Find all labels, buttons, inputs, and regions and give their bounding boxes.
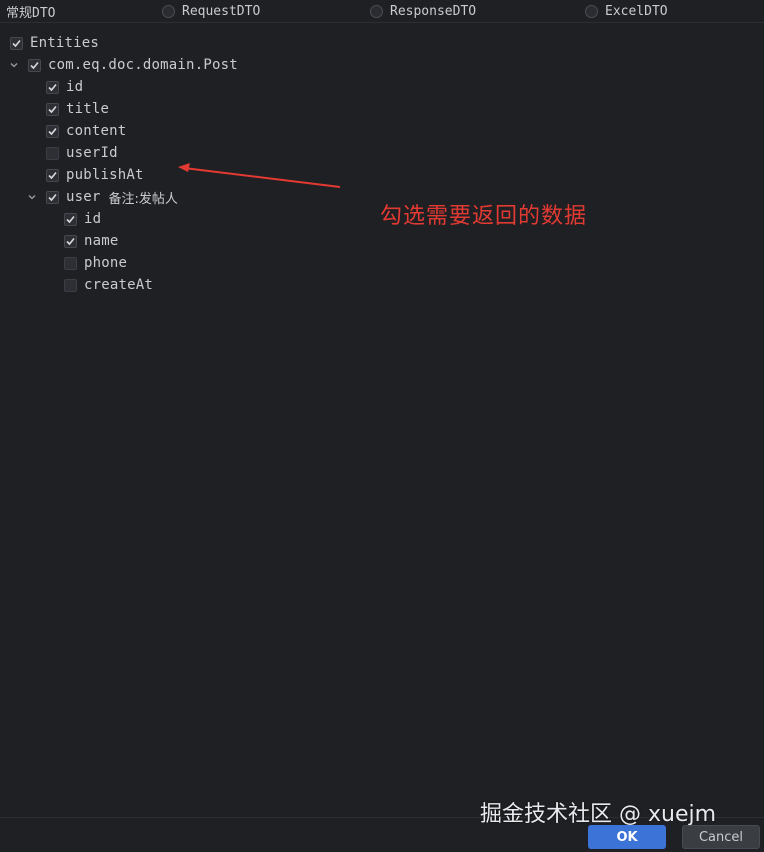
check-icon (48, 193, 57, 201)
radio-excel-dto[interactable]: ExcelDTO (585, 1, 668, 21)
checkbox-entity-post[interactable] (28, 58, 41, 72)
radio-normal-dto-label: 常规DTO (6, 5, 56, 21)
check-icon (48, 105, 57, 113)
tree-label: id (84, 211, 102, 227)
checkbox-relation-user[interactable] (46, 190, 59, 204)
checkbox-field-title[interactable] (46, 102, 59, 116)
radio-request-dto-label: RequestDTO (182, 3, 261, 19)
check-icon (12, 39, 21, 47)
tree-label: id (66, 79, 84, 95)
watermark: 掘金技术社区 @ xuejm (480, 802, 717, 827)
check-icon (48, 83, 57, 91)
tree-node-relation-field[interactable]: id (64, 208, 101, 230)
tree-label: content (66, 123, 127, 139)
radio-circle-icon[interactable] (370, 4, 383, 18)
tree-label: Entities (30, 35, 100, 51)
tree-label: title (66, 101, 110, 117)
check-icon (48, 127, 57, 135)
radio-circle-icon[interactable] (585, 4, 598, 18)
tree-node-field[interactable]: title (46, 98, 109, 120)
tree-label: publishAt (66, 167, 144, 183)
checkbox-user-name[interactable] (64, 234, 77, 248)
tree-label: com.eq.doc.domain.Post (48, 57, 238, 73)
check-icon (30, 61, 39, 69)
chevron-down-icon[interactable] (8, 59, 20, 71)
tree-label: phone (84, 255, 128, 271)
check-icon (48, 171, 57, 179)
tree-node-field[interactable]: userId (46, 142, 118, 164)
radio-request-dto[interactable]: RequestDTO (162, 1, 260, 21)
tree-node-relation-user[interactable]: user 备注:发帖人 (26, 186, 178, 208)
tree-label: name (84, 233, 119, 249)
tree-node-entity-post[interactable]: com.eq.doc.domain.Post (8, 54, 238, 76)
checkbox-field-id[interactable] (46, 80, 59, 94)
dto-generator-dialog: 常规DTO RequestDTO ResponseDTO ExcelDTO En… (0, 0, 764, 852)
tree-label: user (66, 189, 101, 205)
chevron-down-icon[interactable] (26, 191, 38, 203)
annotation-text: 勾选需要返回的数据 (380, 204, 588, 229)
tree-node-relation-field[interactable]: createAt (64, 274, 153, 296)
annotation-arrow-icon (178, 163, 341, 188)
radio-response-dto[interactable]: ResponseDTO (370, 1, 476, 21)
checkbox-user-phone[interactable] (64, 256, 77, 270)
tree-label: createAt (84, 277, 154, 293)
checkbox-field-publishat[interactable] (46, 168, 59, 182)
tree-node-note: 备注:发帖人 (108, 191, 178, 207)
radio-excel-dto-label: ExcelDTO (605, 3, 668, 19)
checkbox-user-id[interactable] (64, 212, 77, 226)
checkbox-entities[interactable] (10, 36, 23, 50)
radio-response-dto-label: ResponseDTO (390, 3, 477, 19)
check-icon (66, 215, 75, 223)
checkbox-user-createat[interactable] (64, 278, 77, 292)
tree-node-field[interactable]: publishAt (46, 164, 144, 186)
ok-button[interactable]: OK (588, 825, 666, 849)
tree-node-relation-field[interactable]: phone (64, 252, 127, 274)
tree-node-entities[interactable]: Entities (10, 32, 99, 54)
cancel-button[interactable]: Cancel (682, 825, 760, 849)
radio-normal-dto[interactable]: 常规DTO (6, 1, 55, 21)
dto-type-radio-group: 常规DTO RequestDTO ResponseDTO ExcelDTO (0, 0, 764, 23)
checkbox-field-content[interactable] (46, 124, 59, 138)
tree-node-field[interactable]: id (46, 76, 83, 98)
checkbox-field-userid[interactable] (46, 146, 59, 160)
tree-node-relation-field[interactable]: name (64, 230, 119, 252)
tree-label: userId (66, 145, 118, 161)
radio-circle-icon[interactable] (162, 4, 175, 18)
check-icon (66, 237, 75, 245)
tree-node-field[interactable]: content (46, 120, 126, 142)
